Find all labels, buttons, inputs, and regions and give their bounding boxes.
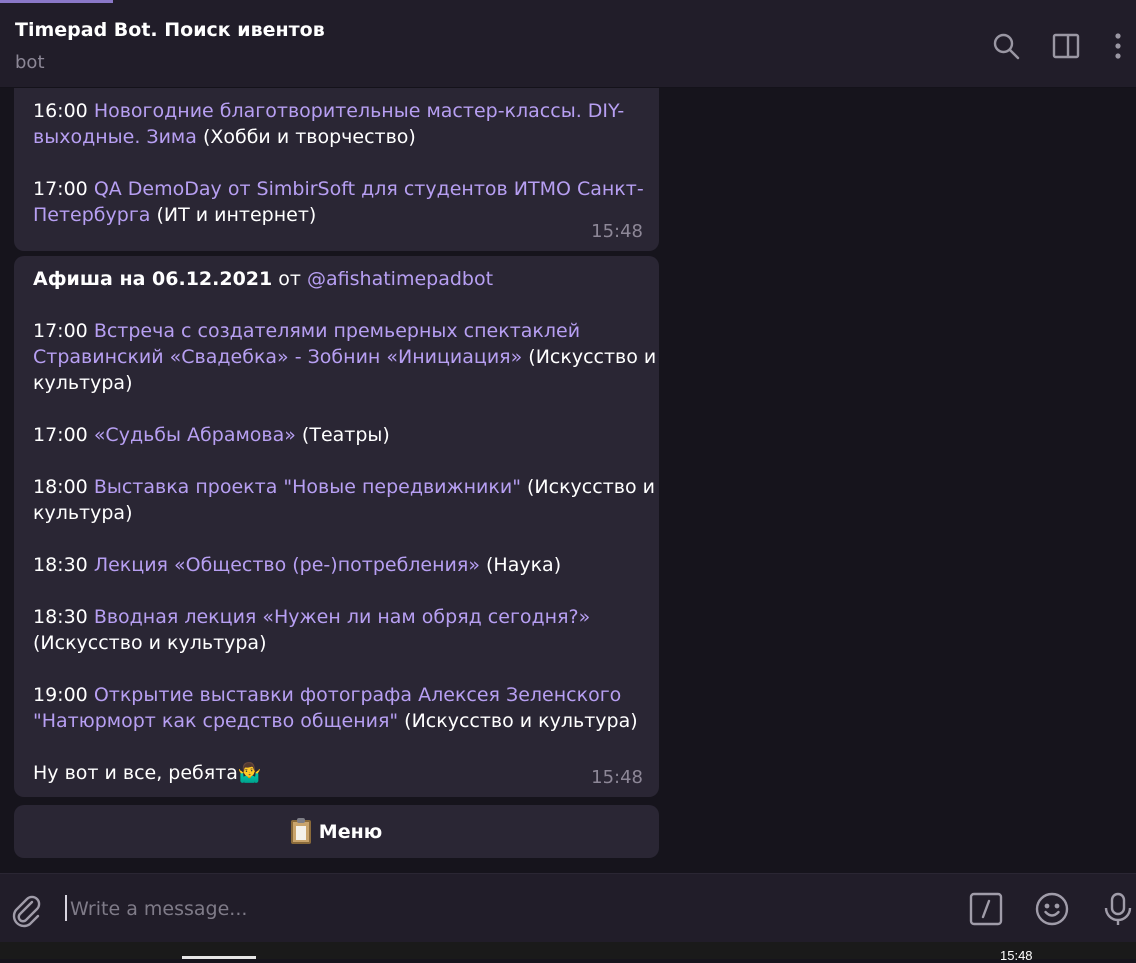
line-spacer <box>33 396 640 422</box>
event-link[interactable]: Новогодние благотворительные мастер-клас… <box>94 100 624 122</box>
event-line: выходные. Зима (Хобби и творчество) <box>33 124 640 150</box>
event-link[interactable]: Выставка проекта "Новые передвижники" <box>94 476 521 498</box>
search-icon[interactable] <box>990 30 1022 62</box>
clipboard-emoji-icon <box>290 817 311 844</box>
event-line: (Искусство и культура) <box>33 630 640 656</box>
event-category: (ИТ и интернет) <box>150 204 317 226</box>
more-vertical-icon[interactable] <box>1102 30 1134 62</box>
event-line: Петербурга (ИТ и интернет) <box>33 202 640 228</box>
event-time: 18:30 <box>33 554 88 576</box>
event-link[interactable]: Стравинский «Свадебка» - Зобнин «Инициац… <box>33 346 522 368</box>
line-spacer <box>33 656 640 682</box>
bot-mention-link[interactable]: @afishatimepadbot <box>307 268 493 290</box>
message-input[interactable] <box>68 893 772 925</box>
message-heading: Афиша на 06.12.2021 от @afishatimepadbot <box>33 266 640 292</box>
chat-status: bot <box>15 52 45 73</box>
smile-icon[interactable] <box>1034 891 1070 927</box>
event-line: 19:00 Открытие выставки фотографа Алексе… <box>33 682 640 708</box>
line-spacer <box>33 526 640 552</box>
paperclip-icon[interactable] <box>8 892 44 928</box>
text-cursor <box>65 895 67 921</box>
message-list[interactable]: 16:00 Новогодние благотворительные масте… <box>0 88 1136 873</box>
os-taskbar: 15:48 <box>0 942 1136 963</box>
event-category: (Искусство и культура) <box>398 710 638 732</box>
event-line: 18:30 Лекция «Общество (ре-)потребления»… <box>33 552 640 578</box>
event-line: "Натюрморт как средство общения" (Искусс… <box>33 708 640 734</box>
event-category: (Театры) <box>295 424 390 446</box>
message-timestamp: 15:48 <box>591 767 643 788</box>
line-spacer <box>33 150 640 176</box>
event-line: 17:00 Встреча с создателями премьерных с… <box>33 318 640 344</box>
menu-button-label: Меню <box>318 820 383 843</box>
event-category: культура) <box>33 372 133 394</box>
event-link[interactable]: Лекция «Общество (ре-)потребления» <box>94 554 480 576</box>
event-line: культура) <box>33 500 640 526</box>
active-tab-indicator <box>0 0 113 3</box>
event-line: Ну вот и все, ребята🤷‍♂️ <box>33 760 640 786</box>
event-link[interactable]: Встреча с создателями премьерных спектак… <box>94 320 580 342</box>
event-link[interactable]: Петербурга <box>33 204 150 226</box>
event-time: 17:00 <box>33 424 88 446</box>
event-link[interactable]: "Натюрморт как средство общения" <box>33 710 398 732</box>
from-text: от <box>272 268 308 290</box>
line-spacer <box>33 578 640 604</box>
line-spacer <box>33 734 640 760</box>
chat-title[interactable]: Timepad Bot. Поиск ивентов <box>15 19 325 41</box>
event-time: 17:00 <box>33 178 88 200</box>
message-bubble: 16:00 Новогодние благотворительные масте… <box>14 88 659 251</box>
slash-command-icon[interactable] <box>968 891 1004 927</box>
event-line: 18:30 Вводная лекция «Нужен ли нам обряд… <box>33 604 640 630</box>
sidebar-toggle-icon[interactable] <box>1050 30 1082 62</box>
afisha-date-title: Афиша на 06.12.2021 <box>33 268 273 290</box>
event-category: (Искусство и культура) <box>33 632 267 654</box>
event-line: Стравинский «Свадебка» - Зобнин «Инициац… <box>33 344 656 370</box>
event-time: 18:00 <box>33 476 88 498</box>
message-timestamp: 15:48 <box>591 221 643 242</box>
message-bubble: Афиша на 06.12.2021 от @afishatimepadbot… <box>14 256 659 797</box>
menu-button[interactable]: Меню <box>14 805 659 858</box>
line-spacer <box>33 448 640 474</box>
event-link[interactable]: «Судьбы Абрамова» <box>94 424 296 446</box>
event-line: 18:00 Выставка проекта "Новые передвижни… <box>33 474 655 500</box>
event-category: (Искусство и <box>520 476 655 498</box>
chat-header: Timepad Bot. Поиск ивентов bot <box>0 0 1136 88</box>
event-time: 16:00 <box>33 100 88 122</box>
message-composer <box>0 873 1136 943</box>
event-link[interactable]: QA DemoDay от SimbirSoft для студентов И… <box>94 178 644 200</box>
event-link[interactable]: Вводная лекция «Нужен ли нам обряд сегод… <box>94 606 590 628</box>
line-spacer <box>33 292 640 318</box>
event-category: (Наука) <box>479 554 562 576</box>
event-time: 17:00 <box>33 320 88 342</box>
event-line: культура) <box>33 370 640 396</box>
event-category: (Хобби и творчество) <box>196 126 416 148</box>
microphone-icon[interactable] <box>1100 891 1136 927</box>
event-line: 17:00 QA DemoDay от SimbirSoft для студе… <box>33 176 644 202</box>
taskbar-clock: 15:48 <box>1000 948 1033 963</box>
event-category: Ну вот и все, ребята🤷‍♂️ <box>33 762 262 784</box>
event-time: 18:30 <box>33 606 88 628</box>
event-line: 16:00 Новогодние благотворительные масте… <box>33 98 640 124</box>
event-line: 17:00 «Судьбы Абрамова» (Театры) <box>33 422 640 448</box>
event-link[interactable]: выходные. Зима <box>33 126 197 148</box>
event-category: культура) <box>33 502 133 524</box>
event-link[interactable]: Открытие выставки фотографа Алексея Зеле… <box>94 684 622 706</box>
event-time: 19:00 <box>33 684 88 706</box>
event-category: (Искусство и <box>522 346 657 368</box>
